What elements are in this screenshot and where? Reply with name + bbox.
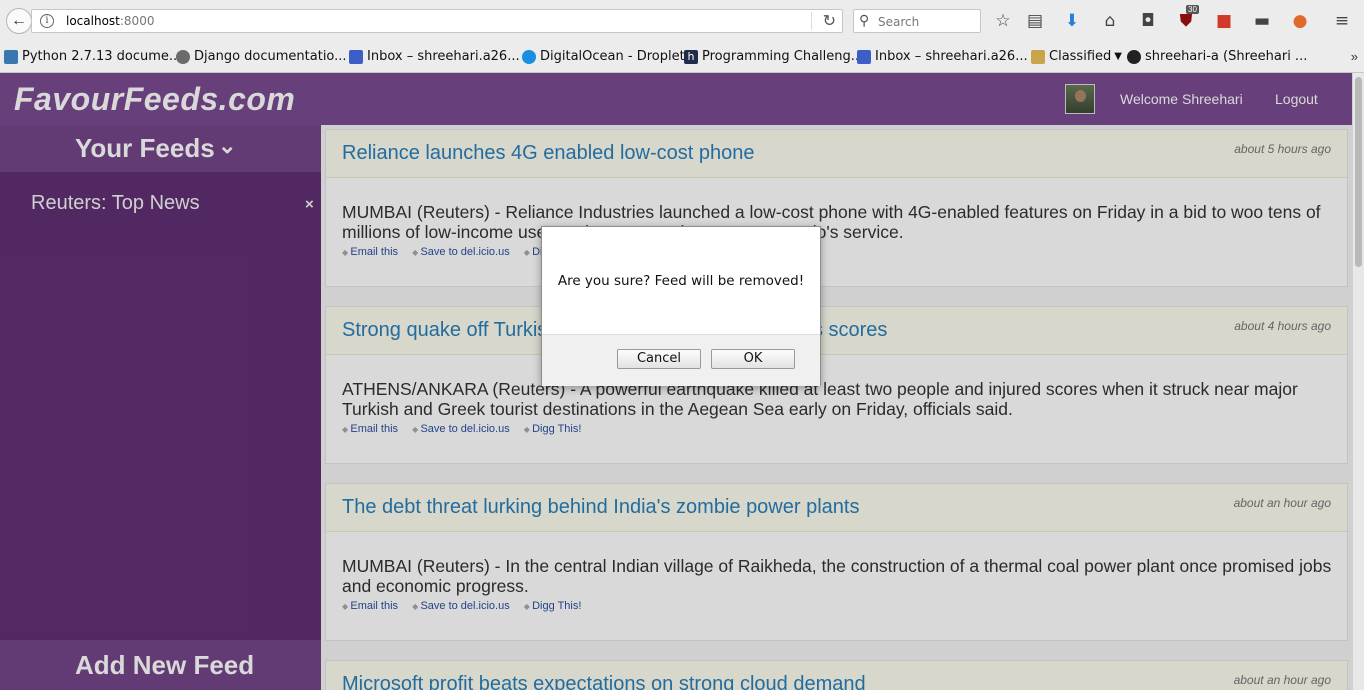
- hackerrank-icon: h: [684, 49, 698, 64]
- bookmark-item[interactable]: Inbox – shreehari.a26...: [857, 49, 1028, 64]
- mail-icon: [857, 49, 871, 64]
- dialog-message: Are you sure? Feed will be removed!: [557, 273, 805, 289]
- bookmark-item[interactable]: shreehari-a (Shreehari ...: [1127, 49, 1307, 64]
- bookmark-item[interactable]: h Programming Challeng...: [684, 49, 863, 64]
- devtools-icon[interactable]: ▬: [1251, 10, 1273, 32]
- mail-icon: [349, 49, 363, 64]
- extension-icon[interactable]: ■: [1213, 10, 1235, 32]
- digitalocean-icon: [522, 49, 536, 64]
- bookmark-item[interactable]: Python 2.7.13 docume...: [4, 49, 181, 64]
- reload-icon[interactable]: ↻: [823, 11, 836, 31]
- info-icon[interactable]: i: [40, 14, 54, 28]
- bookmark-item[interactable]: Inbox – shreehari.a26...: [349, 49, 520, 64]
- home-icon[interactable]: ⌂: [1099, 10, 1121, 32]
- chevron-down-icon: ▼: [1114, 51, 1122, 62]
- url-text: localhost:8000: [66, 14, 155, 28]
- ok-button[interactable]: OK: [711, 349, 795, 369]
- bookmark-item[interactable]: Django documentatio...: [176, 49, 347, 64]
- bookmarks-bar: Python 2.7.13 docume... Django documenta…: [0, 42, 1364, 73]
- python-icon: [4, 49, 18, 64]
- url-bar[interactable]: i localhost:8000 ↻: [31, 9, 843, 33]
- reader-list-icon[interactable]: ▤: [1024, 10, 1046, 32]
- cancel-button[interactable]: Cancel: [617, 349, 701, 369]
- globe-icon: [176, 49, 190, 64]
- scrollbar-thumb[interactable]: [1355, 77, 1362, 267]
- folder-icon: [1031, 49, 1045, 64]
- duckduckgo-icon[interactable]: ●: [1289, 10, 1311, 32]
- bookmark-folder[interactable]: Classified ▼: [1031, 49, 1122, 64]
- pocket-icon[interactable]: ◘: [1137, 10, 1159, 32]
- page-scrollbar[interactable]: [1352, 73, 1364, 690]
- github-icon: [1127, 49, 1141, 64]
- bookmark-item[interactable]: DigitalOcean - Droplets: [522, 49, 691, 64]
- search-icon: ⚲: [859, 12, 870, 28]
- menu-icon[interactable]: ≡: [1331, 10, 1353, 32]
- confirm-dialog: Are you sure? Feed will be removed! Canc…: [541, 226, 821, 386]
- back-arrow-icon: ←: [11, 12, 27, 29]
- url-divider: [811, 12, 812, 30]
- browser-toolbar: ← i localhost:8000 ↻ ⚲ Search ☆ ▤ ⬇ ⌂ ◘ …: [0, 0, 1364, 42]
- bookmark-star-icon[interactable]: ☆: [992, 10, 1014, 32]
- download-icon[interactable]: ⬇: [1061, 10, 1083, 32]
- dialog-footer: Cancel OK: [542, 334, 820, 386]
- search-input[interactable]: ⚲ Search: [853, 9, 981, 33]
- extension-badge: 30: [1186, 5, 1199, 14]
- bookmarks-overflow-button[interactable]: »: [1351, 49, 1358, 64]
- back-button[interactable]: ←: [6, 8, 32, 34]
